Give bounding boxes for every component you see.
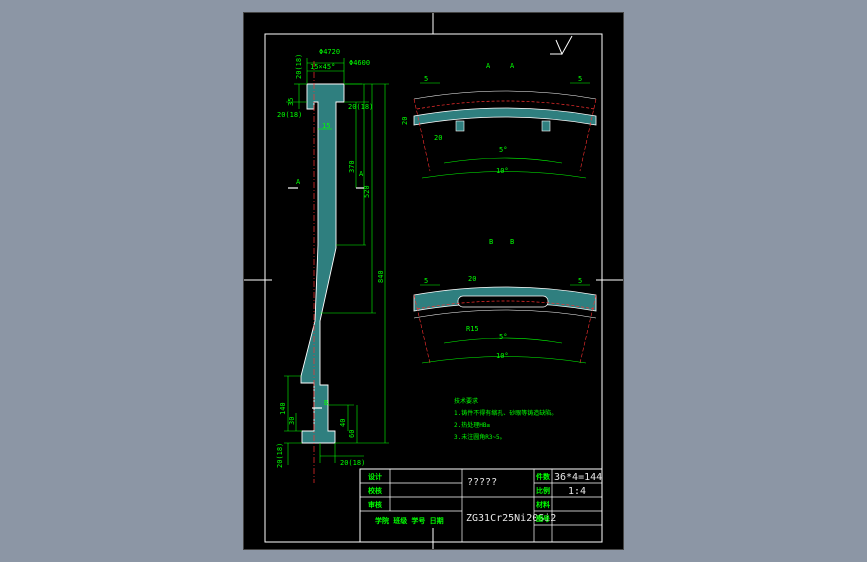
a-outer-arc [413, 90, 597, 100]
tb-mat-label: 材料 [535, 500, 550, 509]
dim-bot20b: 20(18) [340, 459, 365, 467]
a-dim-5r: 5 [578, 75, 582, 83]
drawing-sheet: Φ4720 Φ4600 15×45° 20(18) 35 20(18) 15 2… [243, 12, 624, 550]
a-plate-section [413, 107, 597, 126]
b-dim-r15: R15 [466, 325, 479, 333]
a-dim-20: 20 [434, 134, 442, 142]
dim-d30: 30 [288, 417, 296, 425]
section-a-title-left: A [486, 62, 491, 70]
tb-drw-label: 图号 [536, 514, 550, 523]
dim-d520: 520 [363, 185, 371, 198]
dim-left20: 20(18) [277, 111, 302, 119]
section-b-title-left: B [489, 238, 493, 246]
dim-d4720: Φ4720 [319, 48, 340, 56]
notes-title: 技术要求 [454, 397, 478, 405]
dim-d15: 15 [322, 122, 330, 130]
roughness-symbol [550, 35, 573, 56]
dim-d140: 140 [279, 402, 287, 415]
a-dim-ang10: 10° [496, 167, 509, 175]
tb-qty-label: 件数 [536, 472, 551, 481]
section-b-title-right: B [510, 238, 514, 246]
section-b-view: B B 5 5 20 R15 5° 10° [413, 238, 597, 364]
dim-top20: 20(18) [295, 54, 303, 79]
b-dim-5r: 5 [578, 277, 582, 285]
notes-line1: 1.铸件不得有缩孔、砂眼等铸造缺陷。 [454, 409, 557, 417]
tb-scale-label: 比例 [536, 486, 550, 495]
b-dim-20: 20 [468, 275, 476, 283]
a-rib-right [541, 120, 551, 132]
marker-a-right: A [359, 170, 364, 178]
notes-line3: 3.未注圆角R3~5。 [454, 433, 506, 441]
dim-d370: 370 [348, 160, 356, 173]
technical-notes: 技术要求 1.铸件不得有缩孔、砂眼等铸造缺陷。 2.热处理HB≥ 3.未注圆角R… [454, 397, 557, 441]
dim-bot20: 20(18) [276, 443, 284, 468]
tb-qty: 36*4=144 [554, 472, 602, 483]
tb-part-name: ????? [467, 477, 497, 488]
tb-review: 审核 [368, 500, 382, 509]
title-block: 设计 校核 审核 学院 班级 学号 日期 ????? ZG31Cr25Ni20S… [359, 468, 603, 543]
a-dim-20v: 20 [401, 117, 409, 125]
marker-b: B [324, 399, 328, 407]
a-dim-arc-5 [443, 157, 563, 164]
dim-d840: 840 [377, 270, 385, 283]
dim-d40: 40 [339, 419, 347, 427]
section-a-view: A A 5 5 20 20 5° 10° [401, 62, 597, 179]
b-dim-ang5: 5° [499, 333, 507, 341]
dim-d4600: Φ4600 [349, 59, 370, 67]
dim-d60: 60 [348, 430, 356, 438]
section-a-title-right: A [510, 62, 515, 70]
tb-design: 设计 [368, 472, 382, 481]
a-rib-left [455, 120, 465, 132]
casting-section [300, 83, 345, 444]
marker-a-left: A [296, 178, 301, 186]
dim-d35: 35 [287, 98, 295, 106]
tb-check: 校核 [368, 486, 382, 495]
b-dim-5l: 5 [424, 277, 428, 285]
tb-scale: 1:4 [568, 486, 586, 497]
tb-stamp: 学院 班级 学号 日期 [375, 516, 444, 525]
a-dim-ang5: 5° [499, 146, 507, 154]
profile-view: Φ4720 Φ4600 15×45° 20(18) 35 20(18) 15 2… [276, 48, 389, 483]
b-lower-arc [413, 309, 597, 319]
dim-chamfer: 15×45° [310, 63, 335, 71]
b-dim-ang10: 10° [496, 352, 509, 360]
drawing-canvas: Φ4720 Φ4600 15×45° 20(18) 35 20(18) 15 2… [244, 13, 623, 549]
dim-r20: 20(18) [348, 103, 373, 111]
notes-line2: 2.热处理HB≥ [454, 421, 490, 429]
a-dim-5l: 5 [424, 75, 428, 83]
